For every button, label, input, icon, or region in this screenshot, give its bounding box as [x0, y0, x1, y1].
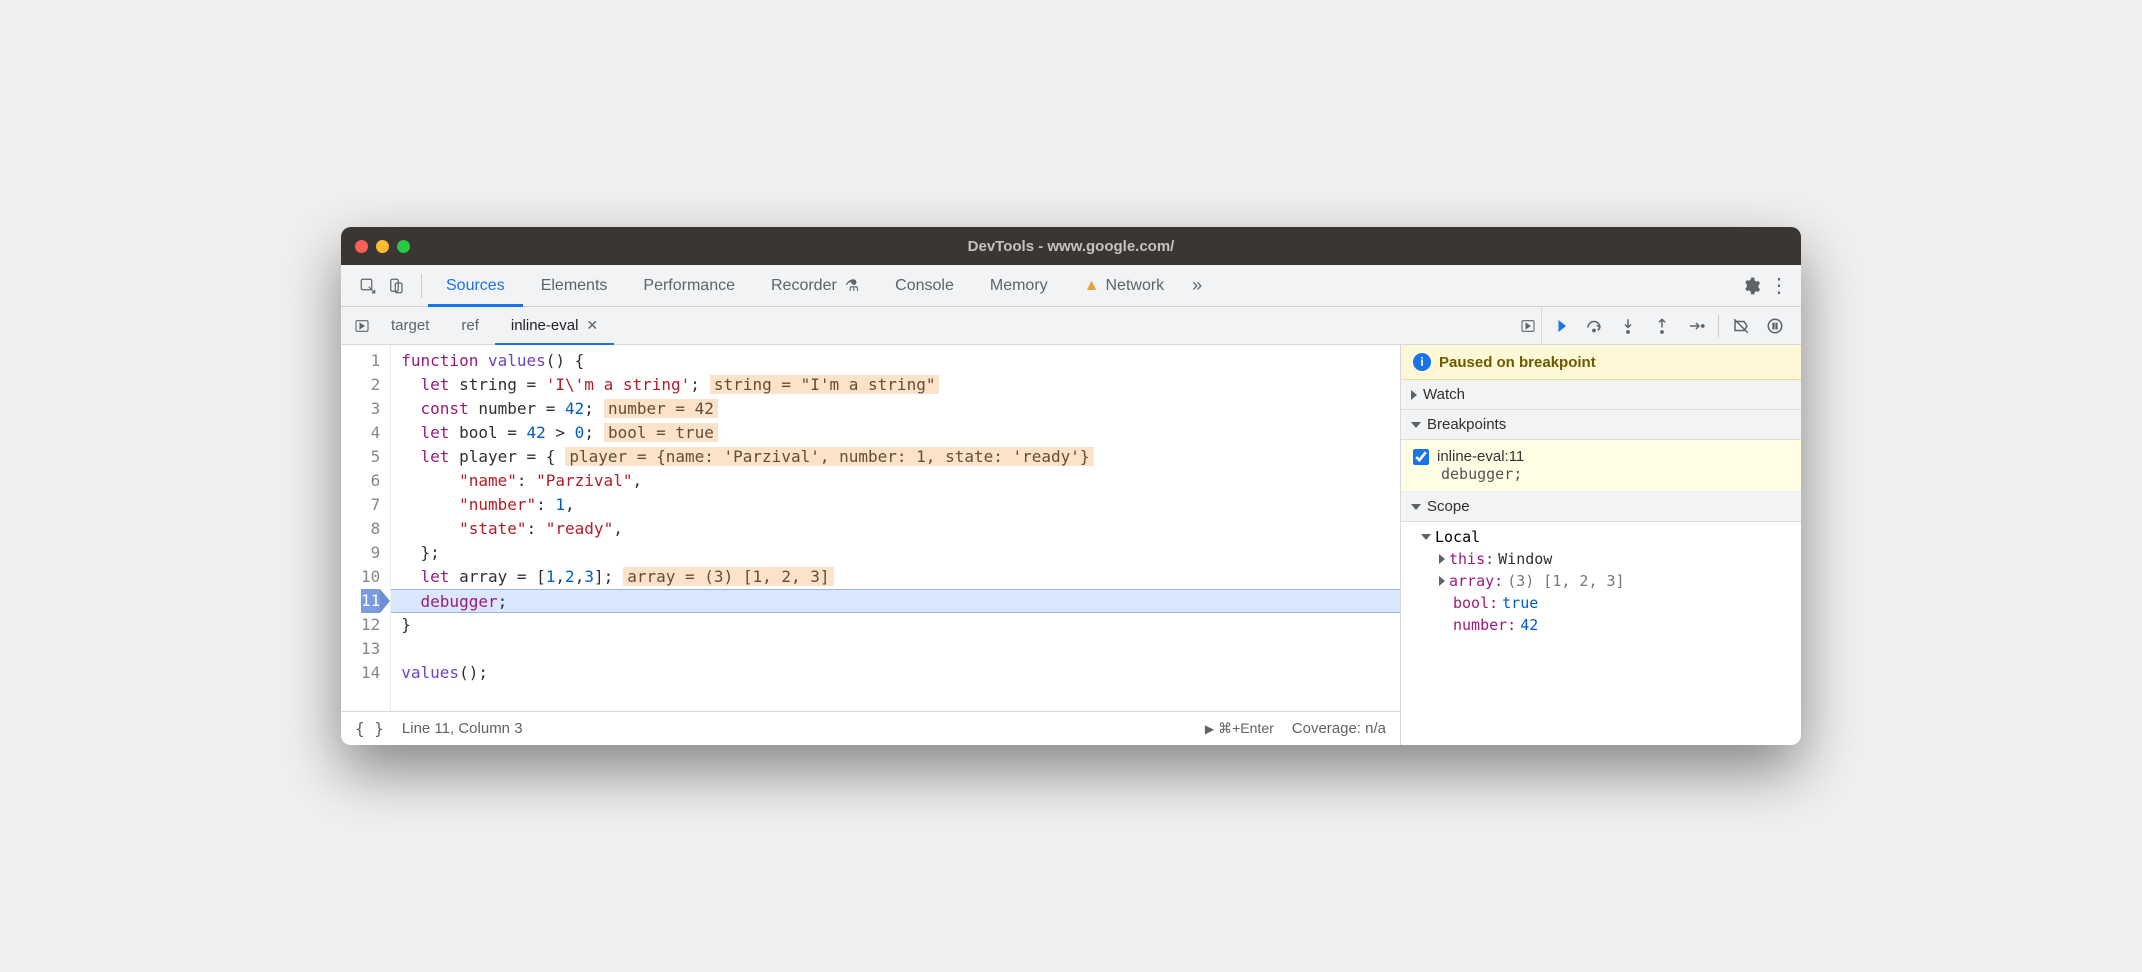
cursor-position: Line 11, Column 3 — [402, 720, 523, 737]
code-line-13[interactable] — [391, 637, 1400, 661]
code-line-6[interactable]: "name": "Parzival", — [391, 469, 1400, 493]
code-line-12[interactable]: } — [391, 613, 1400, 637]
navigator-toggle-icon[interactable] — [349, 313, 375, 339]
code-line-11[interactable]: debugger; — [391, 589, 1400, 613]
step-icon[interactable] — [1684, 314, 1708, 338]
step-over-icon[interactable] — [1582, 314, 1606, 338]
code-lines[interactable]: function values() { let string = 'I\'m a… — [391, 345, 1400, 711]
code-line-7[interactable]: "number": 1, — [391, 493, 1400, 517]
settings-gear-icon[interactable] — [1737, 276, 1765, 296]
resume-icon[interactable] — [1548, 314, 1572, 338]
scope-var-this[interactable]: this: Window — [1409, 548, 1793, 570]
subtab-inline-eval[interactable]: inline-eval✕ — [495, 307, 614, 345]
tab-sources[interactable]: Sources — [428, 265, 523, 307]
main-content: 1234567891011121314 function values() { … — [341, 345, 1801, 745]
breakpoint-preview: debugger; — [1413, 465, 1789, 483]
code-line-5[interactable]: let player = {player = {name: 'Parzival'… — [391, 445, 1400, 469]
tab-performance[interactable]: Performance — [625, 265, 753, 307]
scope-body: Local this: Windowarray: (3) [1, 2, 3]bo… — [1401, 522, 1801, 644]
scope-var-array[interactable]: array: (3) [1, 2, 3] — [1409, 570, 1793, 592]
code-editor[interactable]: 1234567891011121314 function values() { … — [341, 345, 1401, 745]
pause-message: Paused on breakpoint — [1439, 354, 1596, 371]
inspect-icon[interactable] — [357, 275, 379, 297]
inline-value: array = (3) [1, 2, 3] — [623, 567, 833, 586]
pause-banner: i Paused on breakpoint — [1401, 345, 1801, 380]
subtab-target[interactable]: target — [375, 307, 445, 345]
breakpoint-checkbox[interactable] — [1413, 449, 1429, 465]
info-icon: i — [1413, 353, 1431, 371]
debugger-panel: i Paused on breakpoint Watch Breakpoints… — [1401, 345, 1801, 745]
more-menu-icon[interactable]: ⋮ — [1765, 273, 1793, 298]
caret-right-icon — [1439, 554, 1445, 564]
caret-down-icon — [1411, 504, 1421, 510]
tab-console[interactable]: Console — [877, 265, 972, 307]
subtab-ref[interactable]: ref — [445, 307, 495, 345]
pause-exceptions-icon[interactable] — [1763, 314, 1787, 338]
overflow-tabs-icon[interactable]: » — [1182, 275, 1212, 296]
tab-network[interactable]: ▲Network — [1066, 265, 1183, 307]
pretty-print-icon[interactable]: { } — [355, 719, 384, 738]
code-line-14[interactable]: values(); — [391, 661, 1400, 685]
deactivate-breakpoints-icon[interactable] — [1729, 314, 1753, 338]
breakpoint-item[interactable]: inline-eval:11debugger; — [1401, 440, 1801, 492]
scope-var-number[interactable]: number: 42 — [1409, 614, 1793, 636]
breakpoint-label: inline-eval:11 — [1437, 448, 1524, 465]
inline-value: string = "I'm a string" — [710, 375, 940, 394]
caret-down-icon — [1421, 534, 1431, 540]
line-gutter[interactable]: 1234567891011121314 — [341, 345, 391, 711]
warning-icon: ▲ — [1084, 277, 1100, 295]
caret-right-icon — [1439, 576, 1445, 586]
step-into-icon[interactable] — [1616, 314, 1640, 338]
window-title: DevTools - www.google.com/ — [341, 238, 1801, 255]
device-toggle-icon[interactable] — [385, 275, 407, 297]
tab-elements[interactable]: Elements — [523, 265, 626, 307]
titlebar: DevTools - www.google.com/ — [341, 227, 1801, 265]
inline-value: number = 42 — [604, 399, 718, 418]
code-line-4[interactable]: let bool = 42 > 0;bool = true — [391, 421, 1400, 445]
snippets-run-icon[interactable] — [1515, 313, 1541, 339]
caret-right-icon — [1411, 390, 1417, 400]
debugger-controls — [1541, 307, 1793, 345]
code-line-9[interactable]: }; — [391, 541, 1400, 565]
watch-section-header[interactable]: Watch — [1401, 380, 1801, 410]
tab-recorder[interactable]: Recorder ⚗ — [753, 265, 877, 307]
coverage-status: Coverage: n/a — [1292, 720, 1386, 737]
step-out-icon[interactable] — [1650, 314, 1674, 338]
editor-statusbar: { } Line 11, Column 3 ▶⌘+Enter Coverage:… — [341, 711, 1400, 745]
code-line-10[interactable]: let array = [1,2,3];array = (3) [1, 2, 3… — [391, 565, 1400, 589]
breakpoints-section-header[interactable]: Breakpoints — [1401, 410, 1801, 440]
experimental-icon: ⚗ — [845, 276, 859, 296]
code-line-8[interactable]: "state": "ready", — [391, 517, 1400, 541]
inline-value: bool = true — [604, 423, 718, 442]
run-snippet-hint[interactable]: ▶⌘+Enter — [1205, 720, 1274, 737]
code-line-1[interactable]: function values() { — [391, 349, 1400, 373]
close-tab-icon[interactable]: ✕ — [586, 317, 598, 334]
main-tabstrip: SourcesElementsPerformanceRecorder ⚗Cons… — [341, 265, 1801, 307]
tab-memory[interactable]: Memory — [972, 265, 1066, 307]
devtools-window: DevTools - www.google.com/ SourcesElemen… — [341, 227, 1801, 745]
caret-down-icon — [1411, 422, 1421, 428]
scope-var-bool[interactable]: bool: true — [1409, 592, 1793, 614]
code-line-3[interactable]: const number = 42;number = 42 — [391, 397, 1400, 421]
scope-local-header[interactable]: Local — [1409, 526, 1793, 548]
inline-value: player = {name: 'Parzival', number: 1, s… — [565, 447, 1093, 466]
divider — [421, 274, 422, 298]
scope-section-header[interactable]: Scope — [1401, 492, 1801, 522]
sources-subbar: targetrefinline-eval✕ — [341, 307, 1801, 345]
code-area[interactable]: 1234567891011121314 function values() { … — [341, 345, 1400, 711]
code-line-2[interactable]: let string = 'I\'m a string';string = "I… — [391, 373, 1400, 397]
